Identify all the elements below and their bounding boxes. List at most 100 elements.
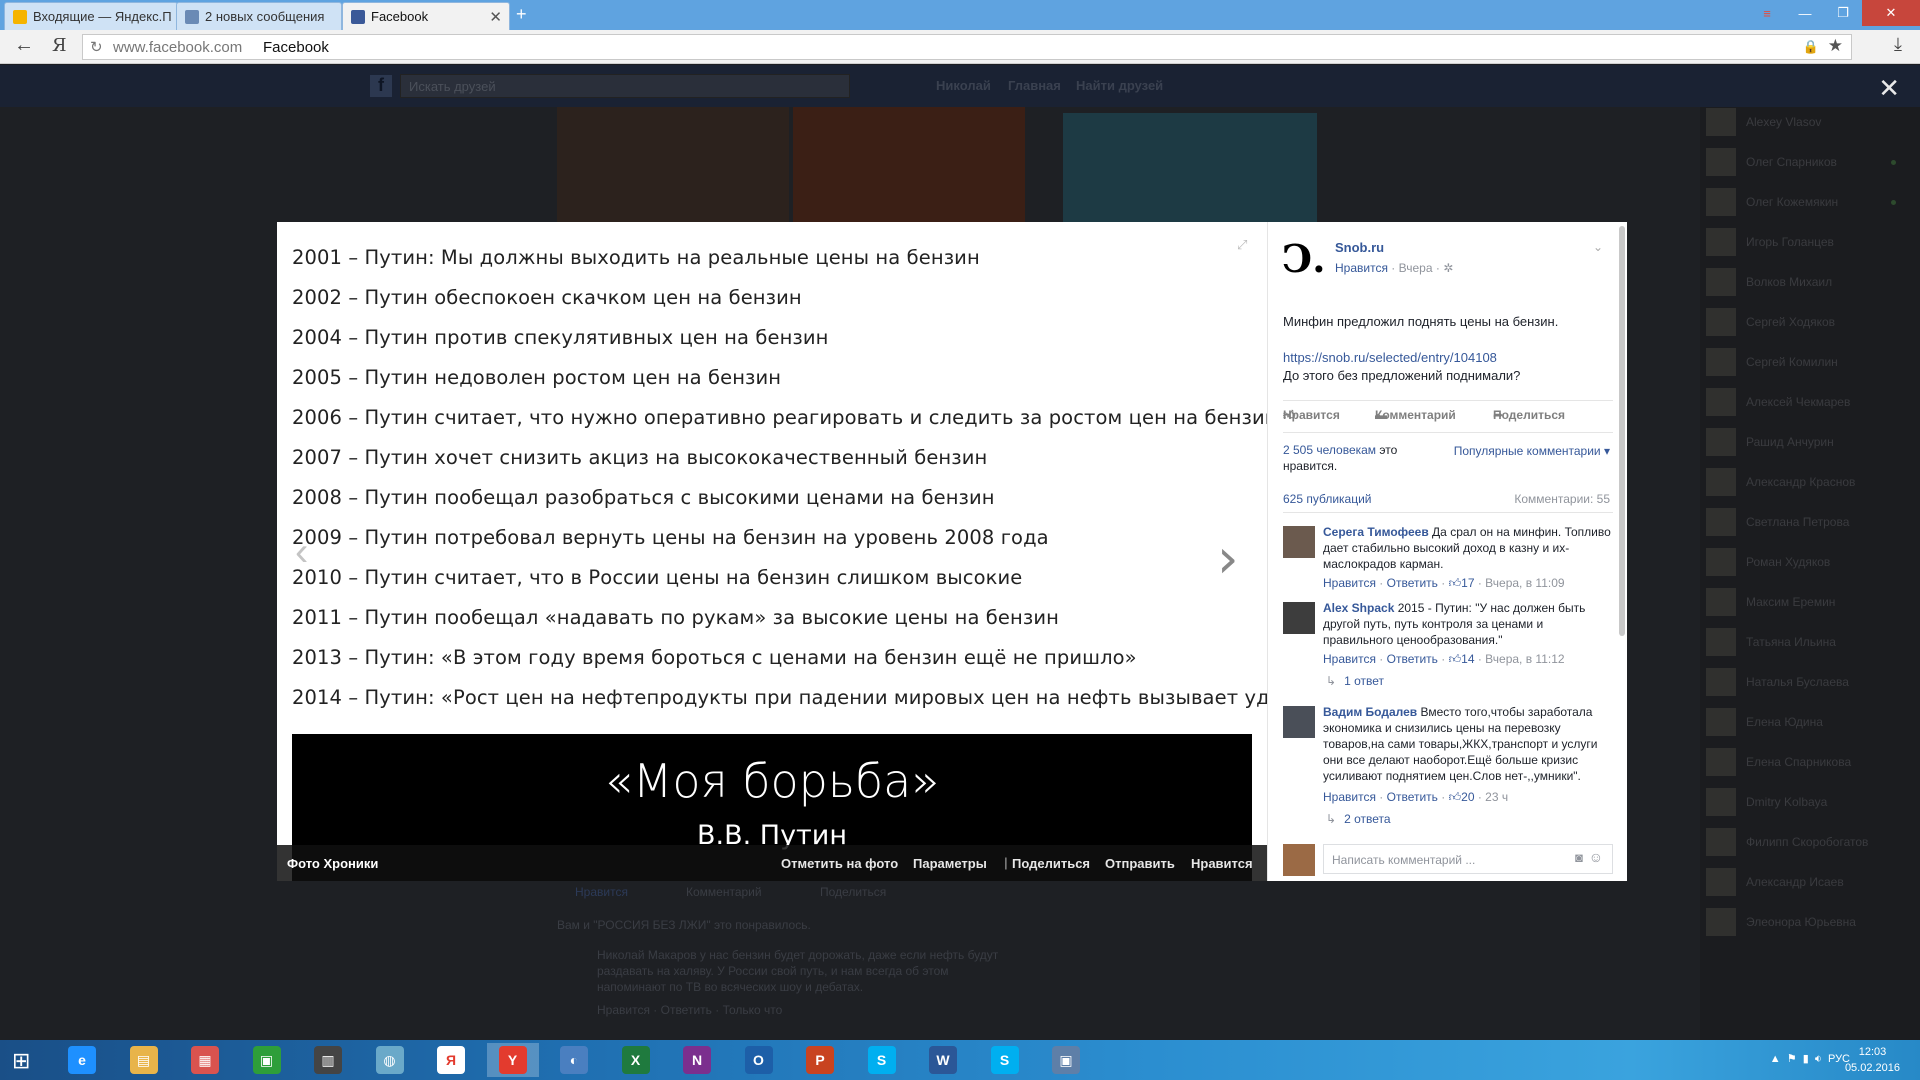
- snob-logo[interactable]: Ͻ.: [1282, 236, 1325, 281]
- taskbar-app[interactable]: ◍: [364, 1043, 416, 1077]
- chat-contact[interactable]: Александр Исаев: [1706, 867, 1916, 897]
- chat-contact[interactable]: Игорь Голанцев: [1706, 227, 1916, 257]
- camera-icon[interactable]: ◙: [1575, 850, 1583, 865]
- smiley-icon[interactable]: ☺: [1589, 849, 1603, 865]
- tab-yandex-mail[interactable]: Входящие — Яндекс.П: [4, 2, 178, 30]
- view-replies-link[interactable]: ↳ 1 ответ: [1326, 674, 1384, 688]
- chat-contact[interactable]: Элеонора Юрьевна: [1706, 907, 1916, 937]
- nav-find-friends[interactable]: Найти друзей: [1076, 78, 1163, 93]
- taskbar-app[interactable]: ▣: [1040, 1043, 1092, 1077]
- chat-contact[interactable]: Филипп Скоробогатов: [1706, 827, 1916, 857]
- post-time[interactable]: Вчера: [1399, 261, 1433, 275]
- fullscreen-icon[interactable]: ⤢: [1237, 237, 1247, 253]
- taskbar-app[interactable]: ◐: [548, 1043, 600, 1077]
- options-button[interactable]: Параметры: [913, 856, 987, 871]
- nav-home[interactable]: Главная: [1008, 78, 1061, 93]
- tab-facebook[interactable]: Facebook ✕: [342, 2, 510, 30]
- tag-photo-button[interactable]: Отметить на фото: [781, 856, 898, 871]
- post-source-name[interactable]: Snob.ru: [1335, 240, 1384, 255]
- facebook-search-input[interactable]: Искать друзей: [400, 74, 850, 98]
- comment-reply-link[interactable]: Ответить: [1387, 652, 1438, 666]
- chat-contact[interactable]: Alexey Vlasov: [1706, 107, 1916, 137]
- taskbar-app[interactable]: Y: [486, 1043, 539, 1077]
- comment-likes-count[interactable]: 14: [1461, 652, 1474, 666]
- chat-contact[interactable]: Рашид Анчурин: [1706, 427, 1916, 457]
- comment-input[interactable]: Написать комментарий ...: [1323, 844, 1613, 874]
- chat-contact[interactable]: Сергей Комилин: [1706, 347, 1916, 377]
- taskbar-app[interactable]: ▦: [179, 1043, 231, 1077]
- comment-like-link[interactable]: Нравится: [1323, 790, 1376, 804]
- chevron-down-icon[interactable]: ⌄: [1593, 240, 1603, 254]
- comment-time[interactable]: 23 ч: [1485, 790, 1508, 804]
- share-button[interactable]: Поделиться: [1012, 856, 1090, 871]
- taskbar-app[interactable]: X: [610, 1043, 662, 1077]
- chat-contact[interactable]: Dmitry Kolbaya: [1706, 787, 1916, 817]
- taskbar-app[interactable]: S: [856, 1043, 908, 1077]
- download-icon[interactable]: ⤓: [1894, 34, 1902, 55]
- tab-messages[interactable]: 2 новых сообщения: [176, 2, 342, 30]
- chat-contact[interactable]: Светлана Петрова: [1706, 507, 1916, 537]
- chat-contact[interactable]: Олег Кожемякин: [1706, 187, 1916, 217]
- previous-photo-icon[interactable]: ‹: [295, 530, 308, 575]
- comment-like-link[interactable]: Нравится: [1323, 652, 1376, 666]
- close-window-icon[interactable]: ✕: [1862, 0, 1920, 26]
- lock-icon[interactable]: 🔒: [1803, 39, 1819, 55]
- comment-time[interactable]: Вчера, в 11:12: [1485, 652, 1564, 666]
- next-photo-icon[interactable]: ›: [1217, 527, 1239, 590]
- taskbar-app[interactable]: e: [56, 1043, 108, 1077]
- url-field[interactable]: ↻ www.facebook.com Facebook 🔒 ★: [82, 34, 1852, 60]
- flag-icon[interactable]: ⚑: [1787, 1053, 1797, 1065]
- avatar[interactable]: [1283, 602, 1315, 634]
- taskbar-app[interactable]: ▥: [302, 1043, 354, 1077]
- bookmark-star-icon[interactable]: ★: [1828, 36, 1843, 56]
- minimize-icon[interactable]: —: [1786, 0, 1824, 26]
- volume-icon[interactable]: 🔉︎: [1815, 1053, 1822, 1065]
- comment-author[interactable]: Серега Тимофеев: [1323, 525, 1429, 539]
- album-label[interactable]: Фото Хроники: [287, 856, 378, 871]
- comment-likes-count[interactable]: 17: [1461, 576, 1474, 590]
- avatar[interactable]: [1283, 526, 1315, 558]
- chat-contact[interactable]: Сергей Ходяков: [1706, 307, 1916, 337]
- likes-link[interactable]: 2 505 человекам: [1283, 443, 1376, 457]
- chat-contact[interactable]: Александр Краснов: [1706, 467, 1916, 497]
- taskbar-app[interactable]: O: [733, 1043, 785, 1077]
- chat-contact[interactable]: Олег Спарников: [1706, 147, 1916, 177]
- network-icon[interactable]: ▮: [1803, 1053, 1809, 1065]
- chat-contact[interactable]: Алексей Чекмарев: [1706, 387, 1916, 417]
- clock[interactable]: 12:03 05.02.2016: [1845, 1044, 1900, 1076]
- comment-like-link[interactable]: Нравится: [1323, 576, 1376, 590]
- comment-reply-link[interactable]: Ответить: [1387, 790, 1438, 804]
- comment-time[interactable]: Вчера, в 11:09: [1485, 576, 1564, 590]
- post-link[interactable]: https://snob.ru/selected/entry/104108: [1283, 350, 1497, 365]
- chat-contact[interactable]: Максим Еремин: [1706, 587, 1916, 617]
- taskbar-app[interactable]: N: [671, 1043, 723, 1077]
- shares-link[interactable]: 625 публикаций: [1283, 492, 1372, 506]
- back-icon[interactable]: ←: [14, 34, 34, 57]
- popular-comments-dropdown[interactable]: Популярные комментарии ▾: [1454, 444, 1610, 458]
- taskbar-app[interactable]: S: [979, 1043, 1031, 1077]
- page-like-link[interactable]: Нравится: [1335, 261, 1388, 275]
- yandex-logo[interactable]: Я: [52, 35, 67, 56]
- menu-icon[interactable]: ≡: [1748, 0, 1786, 26]
- windows-start-icon[interactable]: ⊞: [12, 1048, 30, 1074]
- new-tab-icon[interactable]: +: [516, 4, 527, 25]
- taskbar-app[interactable]: P: [794, 1043, 846, 1077]
- chat-contact[interactable]: Татьяна Ильина: [1706, 627, 1916, 657]
- send-button[interactable]: Отправить: [1105, 856, 1175, 871]
- comment-author[interactable]: Alex Shpack: [1323, 601, 1394, 615]
- taskbar-app[interactable]: ▣: [241, 1043, 293, 1077]
- reload-icon[interactable]: ↻: [90, 38, 103, 56]
- taskbar-app[interactable]: W: [917, 1043, 969, 1077]
- avatar[interactable]: [1283, 706, 1315, 738]
- chat-contact[interactable]: Наталья Буслаева: [1706, 667, 1916, 697]
- tray-arrow-icon[interactable]: ▲: [1770, 1053, 1781, 1065]
- comment-reply-link[interactable]: Ответить: [1387, 576, 1438, 590]
- taskbar-app[interactable]: ▤: [118, 1043, 170, 1077]
- chat-contact[interactable]: Елена Юдина: [1706, 707, 1916, 737]
- comment-likes-count[interactable]: 20: [1461, 790, 1474, 804]
- comment-author[interactable]: Вадим Бодалев: [1323, 705, 1417, 719]
- nav-profile[interactable]: Николай: [936, 78, 991, 93]
- view-replies-link[interactable]: ↳ 2 ответа: [1326, 812, 1391, 826]
- photo-area[interactable]: 2001 – Путин: Мы должны выходить на реал…: [277, 222, 1267, 881]
- chat-contact[interactable]: Волков Михаил: [1706, 267, 1916, 297]
